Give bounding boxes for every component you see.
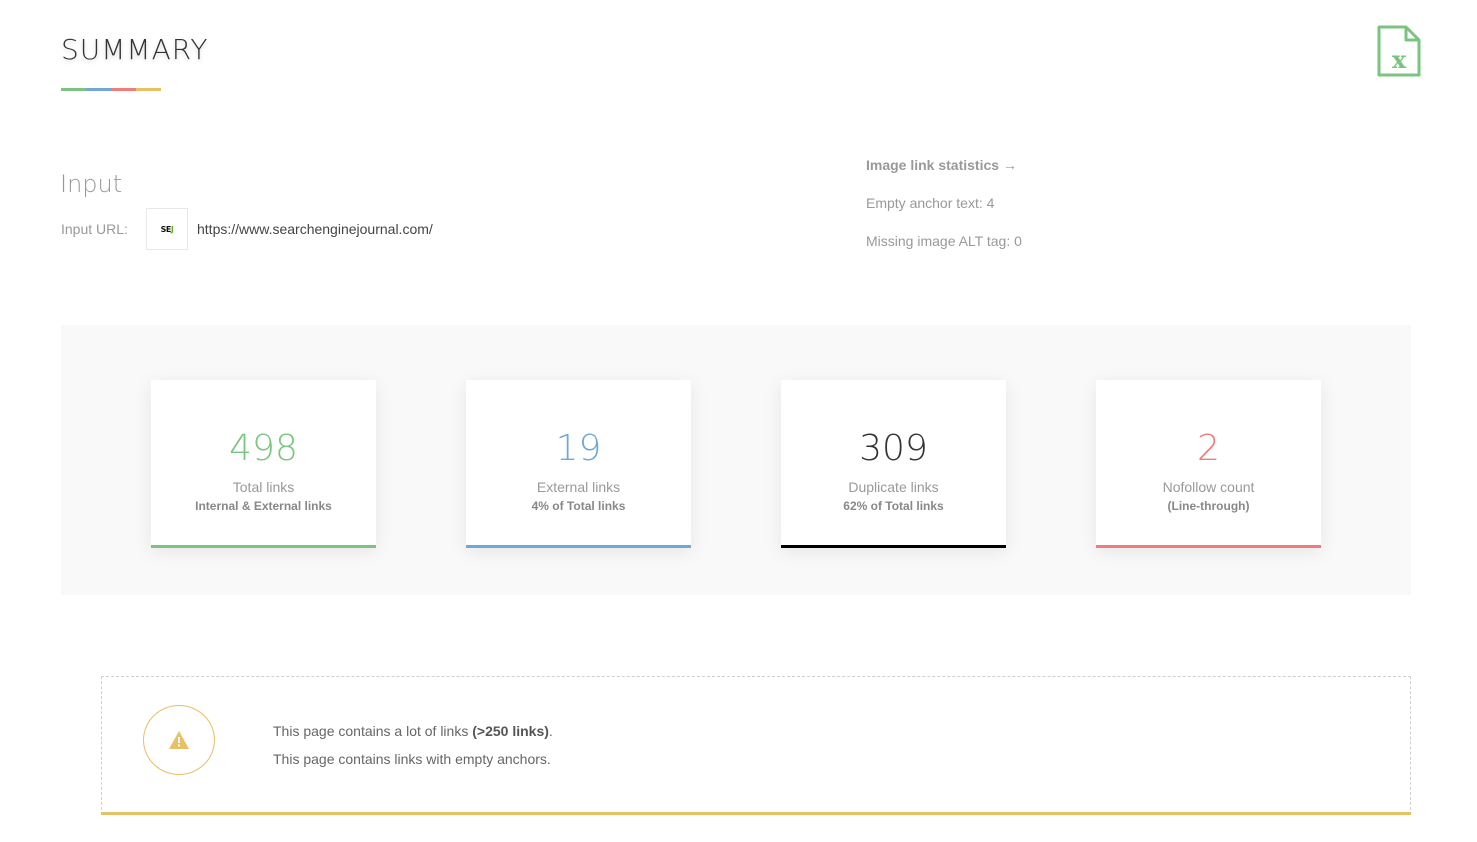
image-link-statistics-link[interactable]: Image link statistics →: [866, 157, 1022, 177]
warning-triangle-icon: [169, 731, 189, 749]
excel-file-icon: x: [1377, 25, 1421, 77]
card-value: 498: [229, 428, 298, 469]
metrics-panel: 498 Total links Internal & External link…: [61, 325, 1411, 595]
image-link-statistics: Image link statistics → Empty anchor tex…: [866, 157, 1022, 253]
warning-message: This page contains a lot of links (>250 …: [273, 723, 553, 751]
warning-highlight: (>250 links): [472, 723, 549, 739]
total-links-card: 498 Total links Internal & External link…: [151, 380, 376, 548]
card-sublabel: Internal & External links: [195, 499, 332, 513]
export-excel-button[interactable]: x: [1376, 25, 1422, 77]
input-url-label: Input URL:: [61, 221, 128, 237]
card-value: 19: [555, 428, 602, 469]
card-accent-bar: [781, 545, 1006, 548]
warnings-box: This page contains a lot of links (>250 …: [101, 676, 1411, 815]
underline-segment-yellow: [136, 88, 161, 91]
warning-text: This page contains links with empty anch…: [273, 751, 551, 767]
warning-message: This page contains links with empty anch…: [273, 751, 553, 779]
input-url-row: Input URL: SE J https://www.searchenginej…: [61, 208, 433, 250]
summary-page: SUMMARY x Input Input URL: SE J https://w…: [0, 0, 1477, 842]
card-label: External links: [536, 479, 621, 495]
duplicate-links-card: 309 Duplicate links 62% of Total links: [781, 380, 1006, 548]
card-label: Duplicate links: [848, 479, 939, 495]
card-sublabel: (Line-through): [1167, 499, 1250, 513]
title-underline: [61, 88, 161, 91]
warning-icon-circle: [143, 705, 215, 775]
favicon-text: SE: [160, 224, 172, 234]
nofollow-count-card: 2 Nofollow count (Line-through): [1096, 380, 1321, 548]
warning-text: This page contains a lot of links: [273, 723, 473, 739]
page-title: SUMMARY: [61, 33, 209, 66]
underline-segment-green: [61, 88, 86, 91]
card-accent-bar: [466, 545, 691, 548]
warnings-accent-bar: [101, 812, 1411, 815]
site-favicon: SE J: [146, 208, 188, 250]
underline-segment-red: [111, 88, 136, 91]
card-accent-bar: [151, 545, 376, 548]
card-accent-bar: [1096, 545, 1321, 548]
empty-anchor-text-stat: Empty anchor text: 4: [866, 195, 995, 211]
warning-messages: This page contains a lot of links (>250 …: [273, 723, 553, 779]
card-sublabel: 4% of Total links: [531, 499, 626, 513]
card-label: Nofollow count: [1162, 479, 1255, 495]
svg-text:x: x: [1392, 45, 1407, 74]
underline-segment-blue: [86, 88, 111, 91]
missing-alt-tag-stat: Missing image ALT tag: 0: [866, 233, 1022, 249]
external-links-card: 19 External links 4% of Total links: [466, 380, 691, 548]
input-heading: Input: [60, 170, 123, 198]
warning-suffix: .: [548, 723, 553, 739]
card-label: Total links: [232, 479, 295, 495]
card-value: 2: [1197, 428, 1220, 469]
card-value: 309: [859, 428, 928, 469]
input-url-value: https://www.searchenginejournal.com/: [197, 221, 433, 237]
favicon-text-accent: J: [170, 224, 174, 234]
card-sublabel: 62% of Total links: [843, 499, 944, 513]
